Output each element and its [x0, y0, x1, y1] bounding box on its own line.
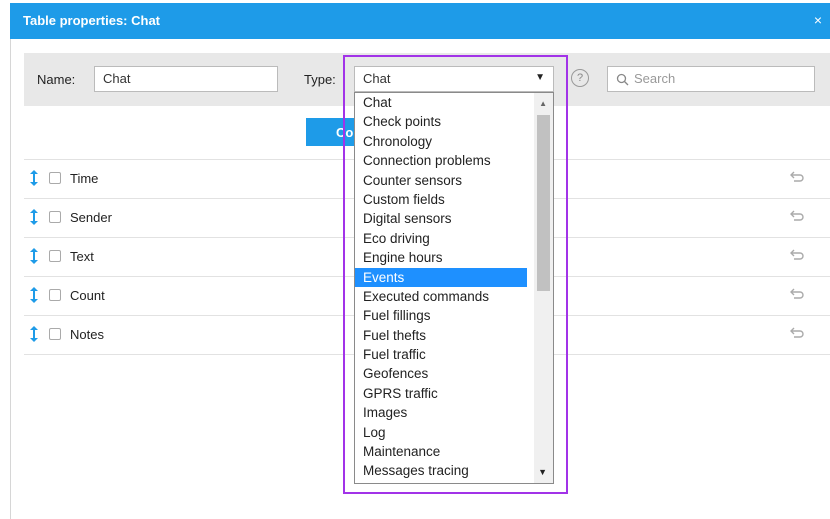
dropdown-option[interactable]: GPRS traffic	[355, 384, 527, 403]
dropdown-option[interactable]: Geofences	[355, 364, 527, 383]
dropdown-option[interactable]: Connection problems	[355, 151, 527, 170]
name-label: Name:	[37, 72, 76, 87]
column-checkbox[interactable]	[49, 172, 61, 184]
reset-icon[interactable]	[790, 171, 804, 183]
scroll-down-icon[interactable]: ▼	[538, 467, 547, 477]
column-checkbox[interactable]	[49, 328, 61, 340]
reset-icon[interactable]	[790, 210, 804, 222]
dialog-title-bar: Table properties: Chat ×	[10, 3, 830, 39]
dropdown-option[interactable]: Images	[355, 403, 527, 422]
dropdown-option[interactable]: Chronology	[355, 132, 527, 151]
dropdown-scrollbar[interactable]: ▲ ▼	[534, 93, 553, 483]
reset-icon[interactable]	[790, 327, 804, 339]
column-label: Sender	[70, 210, 112, 225]
dropdown-option[interactable]: Messages tracing	[355, 461, 527, 480]
dropdown-option[interactable]: Check points	[355, 112, 527, 131]
type-select[interactable]: Chat ▼	[354, 66, 554, 92]
dropdown-option[interactable]: Chat	[355, 93, 527, 112]
dialog-title: Table properties: Chat	[23, 13, 161, 28]
reset-icon[interactable]	[790, 288, 804, 300]
dropdown-option[interactable]: Digital sensors	[355, 209, 527, 228]
dropdown-options: Chat Check points Chronology Connection pro…	[355, 93, 553, 481]
column-checkbox[interactable]	[49, 250, 61, 262]
dropdown-option[interactable]: Fuel thefts	[355, 326, 527, 345]
drag-handle-icon[interactable]	[29, 169, 39, 187]
dropdown-option[interactable]: Custom fields	[355, 190, 527, 209]
column-label: Text	[70, 249, 94, 264]
dropdown-option[interactable]: Maintenance	[355, 442, 527, 461]
column-checkbox[interactable]	[49, 211, 61, 223]
dropdown-option[interactable]: Engine hours	[355, 248, 527, 267]
search-placeholder: Search	[634, 71, 676, 86]
type-select-value: Chat	[363, 71, 391, 86]
type-label: Type:	[304, 72, 336, 87]
column-checkbox[interactable]	[49, 289, 61, 301]
reset-icon[interactable]	[790, 249, 804, 261]
name-input[interactable]: Chat	[94, 66, 278, 92]
chevron-down-icon[interactable]: ▼	[535, 72, 545, 83]
dropdown-option[interactable]: Fuel traffic	[355, 345, 527, 364]
drag-handle-icon[interactable]	[29, 325, 39, 343]
dropdown-option[interactable]: Fuel fillings	[355, 306, 527, 325]
dialog-border	[10, 39, 11, 519]
scroll-up-icon[interactable]: ▲	[539, 99, 547, 108]
column-label: Count	[70, 288, 105, 303]
help-icon[interactable]: ?	[571, 69, 589, 87]
drag-handle-icon[interactable]	[29, 286, 39, 304]
column-label: Notes	[70, 327, 104, 342]
type-dropdown-list: Chat Check points Chronology Connection pro…	[354, 92, 554, 484]
search-input[interactable]: Search	[607, 66, 815, 92]
close-icon[interactable]: ×	[814, 12, 822, 28]
drag-handle-icon[interactable]	[29, 208, 39, 226]
dropdown-option[interactable]: Events	[355, 267, 527, 287]
search-icon	[616, 73, 629, 86]
dropdown-option[interactable]: Executed commands	[355, 287, 527, 306]
column-label: Time	[70, 171, 99, 186]
scrollbar-thumb[interactable]	[537, 115, 550, 291]
dropdown-option[interactable]: Counter sensors	[355, 171, 527, 190]
dropdown-option[interactable]: Eco driving	[355, 229, 527, 248]
drag-handle-icon[interactable]	[29, 247, 39, 265]
dropdown-option[interactable]: Log	[355, 423, 527, 442]
